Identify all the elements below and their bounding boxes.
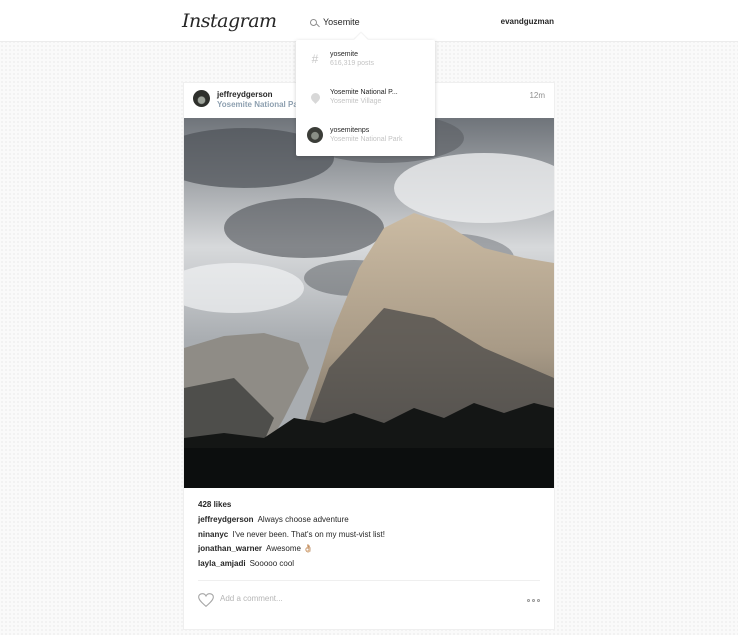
comment-text: I've never been. That's on my must-vist … xyxy=(232,529,385,539)
search-result-title: yosemitenps xyxy=(330,127,370,134)
search-box[interactable] xyxy=(306,14,443,30)
post-location[interactable]: Yosemite National Park xyxy=(217,100,297,109)
avatar xyxy=(307,127,323,143)
search-icon xyxy=(310,18,317,26)
search-result-title: Yosemite National P... xyxy=(330,89,398,96)
post-photo[interactable] xyxy=(184,118,554,488)
comment-username[interactable]: jeffreydgerson xyxy=(198,515,254,524)
heart-icon[interactable] xyxy=(198,593,214,607)
dot xyxy=(537,599,540,602)
search-result-subtitle: Yosemite Village xyxy=(330,98,382,105)
comment: jeffreydgerson Always choose adventure xyxy=(198,515,385,530)
search-result-place[interactable]: Yosemite National P... Yosemite Village xyxy=(296,78,435,116)
comment-username[interactable]: layla_amjadi xyxy=(198,559,246,568)
comments-list: jeffreydgerson Always choose adventure ni… xyxy=(198,515,385,573)
search-results-dropdown: # yosemite 616,319 posts Yosemite Nation… xyxy=(296,40,435,156)
search-result-user[interactable]: yosemitenps Yosemite National Park xyxy=(296,116,435,154)
search-result-title: yosemite xyxy=(330,51,359,58)
comment: layla_amjadi Sooooo cool xyxy=(198,559,385,574)
comment: jonathan_warner Awesome 👌🏼 xyxy=(198,544,385,559)
post-timestamp[interactable]: 12m xyxy=(529,91,545,100)
post-username[interactable]: jeffreydgerson xyxy=(217,90,273,99)
search-result-subtitle: 616,319 posts xyxy=(330,60,374,67)
el-capitan-photo xyxy=(184,118,554,488)
top-navigation-bar: Instagram evandguzman xyxy=(0,0,738,42)
more-options-icon[interactable] xyxy=(527,599,540,602)
comment-username[interactable]: jonathan_warner xyxy=(198,544,262,553)
comment-text: Sooooo cool xyxy=(249,558,295,568)
comment: ninanyc I've never been. That's on my mus… xyxy=(198,530,385,545)
comment-username[interactable]: ninanyc xyxy=(198,530,228,539)
comment-text: Awesome 👌🏼 xyxy=(266,544,314,553)
dot xyxy=(532,599,535,602)
current-user-link[interactable]: evandguzman xyxy=(501,17,554,26)
likes-count[interactable]: 428 likes xyxy=(198,500,231,509)
search-result-subtitle: Yosemite National Park xyxy=(330,136,403,143)
location-pin-icon xyxy=(308,90,322,104)
divider xyxy=(198,580,540,581)
hashtag-icon: # xyxy=(311,52,319,66)
search-result-hashtag[interactable]: # yosemite 616,319 posts xyxy=(296,40,435,78)
post-card: jeffreydgerson Yosemite National Park 12… xyxy=(183,82,555,630)
search-input[interactable] xyxy=(323,17,443,27)
avatar[interactable] xyxy=(193,90,210,107)
comment-text: Always choose adventure xyxy=(257,515,349,524)
add-comment-input[interactable] xyxy=(220,594,420,603)
dot xyxy=(527,599,530,602)
instagram-logo[interactable]: Instagram xyxy=(182,10,277,32)
